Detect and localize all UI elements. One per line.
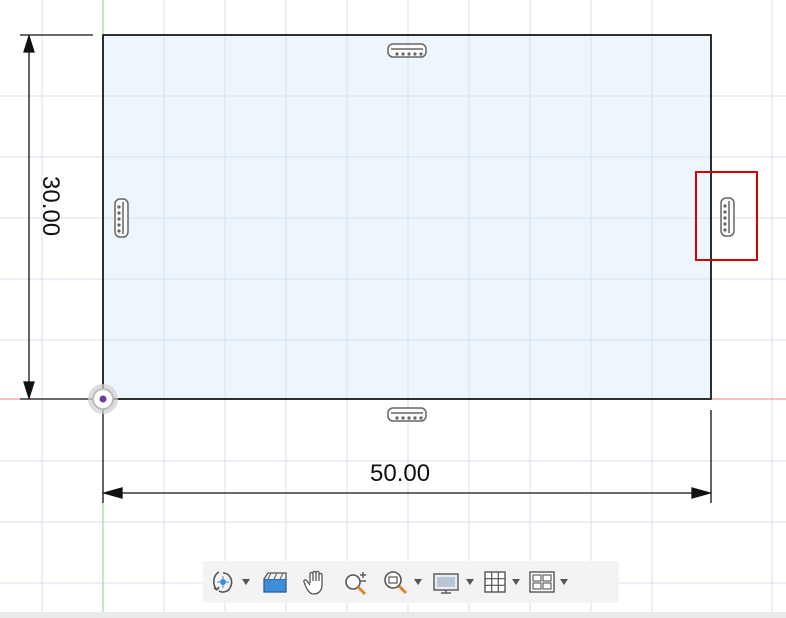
display-settings-dropdown[interactable]	[463, 565, 477, 599]
viewports-icon	[529, 571, 555, 593]
sketch-rectangle[interactable]	[102, 34, 712, 400]
caret-down-icon	[512, 579, 520, 585]
selection-highlight-box	[695, 171, 758, 261]
viewports-dropdown[interactable]	[557, 565, 571, 599]
vertical-constraint-left-icon[interactable]	[114, 198, 129, 238]
zoom-button[interactable]	[339, 565, 373, 599]
grid-settings-dropdown[interactable]	[509, 565, 523, 599]
width-dimension-line[interactable]	[101, 410, 713, 503]
orbit-button[interactable]	[207, 565, 239, 599]
monitor-icon	[433, 573, 459, 594]
fit-dropdown[interactable]	[411, 565, 425, 599]
caret-down-icon	[560, 579, 568, 585]
width-dimension-value[interactable]: 50.00	[370, 462, 430, 486]
orbit-dropdown[interactable]	[239, 565, 253, 599]
sketch-canvas[interactable]: 30.00 50.00	[0, 0, 786, 618]
caret-down-icon	[242, 579, 250, 585]
bottom-border	[0, 612, 786, 618]
hand-icon	[303, 570, 323, 595]
fit-zoom-icon	[384, 571, 408, 595]
look-at-icon	[263, 572, 287, 593]
grid-icon	[484, 571, 506, 593]
height-dimension-value[interactable]: 30.00	[37, 176, 64, 236]
grid-settings-button[interactable]	[481, 565, 509, 599]
caret-down-icon	[466, 579, 474, 585]
orbit-icon	[213, 571, 233, 593]
fit-button[interactable]	[379, 565, 411, 599]
look-at-button[interactable]	[257, 565, 293, 599]
horizontal-constraint-top-icon[interactable]	[387, 43, 427, 58]
zoom-icon	[345, 572, 367, 596]
pan-button[interactable]	[299, 565, 333, 599]
viewports-button[interactable]	[527, 565, 557, 599]
sketch-scene	[0, 0, 786, 612]
navigation-toolbar	[203, 561, 619, 603]
origin-point[interactable]	[88, 384, 118, 414]
caret-down-icon	[414, 579, 422, 585]
display-settings-button[interactable]	[429, 565, 463, 599]
horizontal-constraint-bottom-icon[interactable]	[387, 407, 427, 422]
